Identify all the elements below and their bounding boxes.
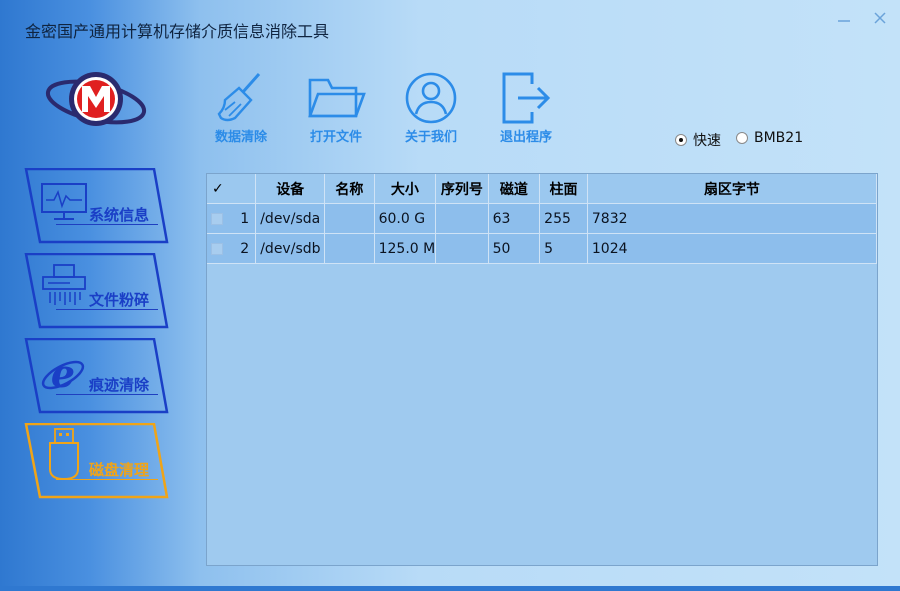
radio-label: BMB21: [754, 130, 804, 146]
sidebar-item-label: 磁盘清理: [89, 461, 150, 479]
row-checkbox[interactable]: [211, 242, 223, 255]
cell-sector-bytes: 1024: [587, 233, 878, 264]
column-header-sector-bytes[interactable]: 扇区字节: [587, 174, 878, 204]
toolbar-label: 退出程序: [499, 130, 552, 145]
table-header-row: ✓ 设备 名称 大小 序列号 磁道 柱面 扇区字节: [207, 174, 878, 204]
cell-device: /dev/sdb: [255, 233, 326, 264]
open-file-button[interactable]: 打开文件: [301, 70, 371, 146]
column-header-name[interactable]: 名称: [324, 174, 375, 204]
column-header-tracks[interactable]: 磁道: [488, 174, 541, 204]
broom-icon: [217, 73, 261, 122]
divider: [56, 224, 158, 225]
divider: [56, 479, 158, 480]
row-index: 2: [240, 240, 250, 257]
radio-bmb21[interactable]: BMB21: [736, 130, 803, 146]
column-header-cylinders[interactable]: 柱面: [539, 174, 588, 204]
cell-tracks: 63: [488, 203, 541, 234]
divider: [56, 309, 158, 310]
close-icon[interactable]: [868, 8, 892, 32]
sidebar-item-label: 痕迹清除: [89, 376, 150, 394]
toolbar-label: 关于我们: [404, 130, 457, 145]
monitor-heartbeat-icon: [41, 183, 87, 220]
data-clear-button[interactable]: 数据清除: [206, 70, 276, 146]
column-header-serial[interactable]: 序列号: [435, 174, 489, 204]
exit-icon: [502, 72, 551, 124]
header-select-all-checkbox[interactable]: ✓: [207, 174, 257, 204]
radio-dot: [736, 132, 748, 144]
row-index: 1: [240, 210, 250, 227]
cell-serial: [435, 233, 489, 264]
table-row[interactable]: 1 /dev/sda 60.0 G 63 255 7832: [207, 203, 878, 234]
row-select-cell[interactable]: 2: [207, 233, 257, 264]
sidebar-item-label: 文件粉碎: [89, 291, 150, 309]
sidebar-item-disk-clean[interactable]: 磁盘清理: [24, 423, 170, 499]
app-logo: [44, 66, 148, 138]
user-icon: [405, 72, 457, 124]
ie-browser-icon: e: [41, 351, 85, 396]
app-window: 金密国产通用计算机存储介质信息消除工具 系统信息 文件粉碎 e 痕迹清除 磁盘清…: [0, 0, 900, 591]
sidebar-item-file-shred[interactable]: 文件粉碎: [24, 253, 170, 329]
sidebar-item-system-info[interactable]: 系统信息: [24, 168, 170, 244]
cell-cylinders: 5: [539, 233, 588, 264]
radio-dot: [675, 134, 687, 146]
cell-sector-bytes: 7832: [587, 203, 878, 234]
column-header-size[interactable]: 大小: [374, 174, 437, 204]
radio-fast[interactable]: 快速: [675, 130, 721, 150]
toolbar-label: 数据清除: [214, 130, 267, 145]
usb-drive-icon: [49, 428, 79, 481]
radio-label: 快速: [693, 133, 721, 149]
sidebar-item-label: 系统信息: [89, 206, 150, 224]
window-bottom-border: [0, 586, 900, 591]
column-header-device[interactable]: 设备: [255, 174, 326, 204]
divider: [56, 394, 158, 395]
toolbar-label: 打开文件: [309, 130, 362, 145]
sidebar-item-trace-clean[interactable]: e 痕迹清除: [24, 338, 170, 414]
cell-device: /dev/sda: [255, 203, 326, 234]
minimize-icon[interactable]: [832, 8, 856, 32]
exit-program-button[interactable]: 退出程序: [491, 70, 561, 146]
svg-text:e: e: [51, 351, 75, 396]
row-checkbox[interactable]: [211, 212, 223, 225]
cell-cylinders: 255: [539, 203, 588, 234]
folder-open-icon: [308, 78, 366, 118]
window-title: 金密国产通用计算机存储介质信息消除工具: [25, 22, 330, 41]
cell-tracks: 50: [488, 233, 541, 264]
table-row[interactable]: 2 /dev/sdb 125.0 M 50 5 1024: [207, 233, 878, 264]
about-us-button[interactable]: 关于我们: [396, 70, 466, 146]
shredder-icon: [42, 264, 86, 305]
device-table: ✓ 设备 名称 大小 序列号 磁道 柱面 扇区字节 1 /dev/sda 60.…: [206, 173, 878, 566]
cell-size: 125.0 M: [374, 233, 437, 264]
cell-name: [324, 233, 375, 264]
row-select-cell[interactable]: 1: [207, 203, 257, 234]
cell-size: 60.0 G: [374, 203, 437, 234]
cell-serial: [435, 203, 489, 234]
cell-name: [324, 203, 375, 234]
